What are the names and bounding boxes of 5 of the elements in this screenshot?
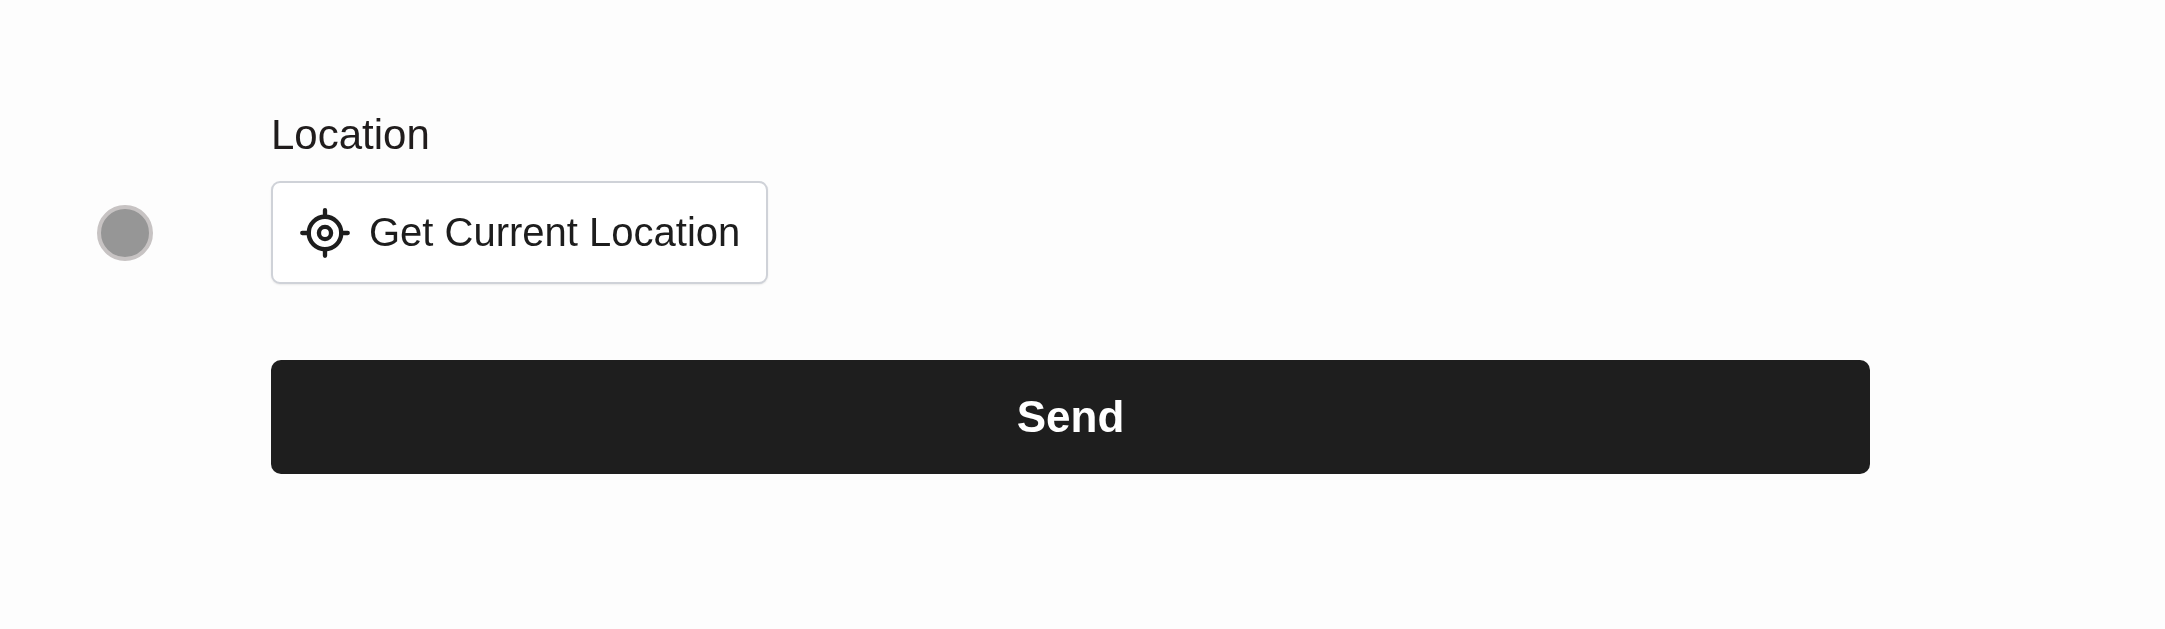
crosshair-icon [299, 206, 351, 259]
status-dot [97, 204, 153, 261]
send-button[interactable]: Send [271, 360, 1870, 474]
get-location-button[interactable]: Get Current Location [271, 181, 769, 284]
field-label: Location [271, 110, 431, 160]
